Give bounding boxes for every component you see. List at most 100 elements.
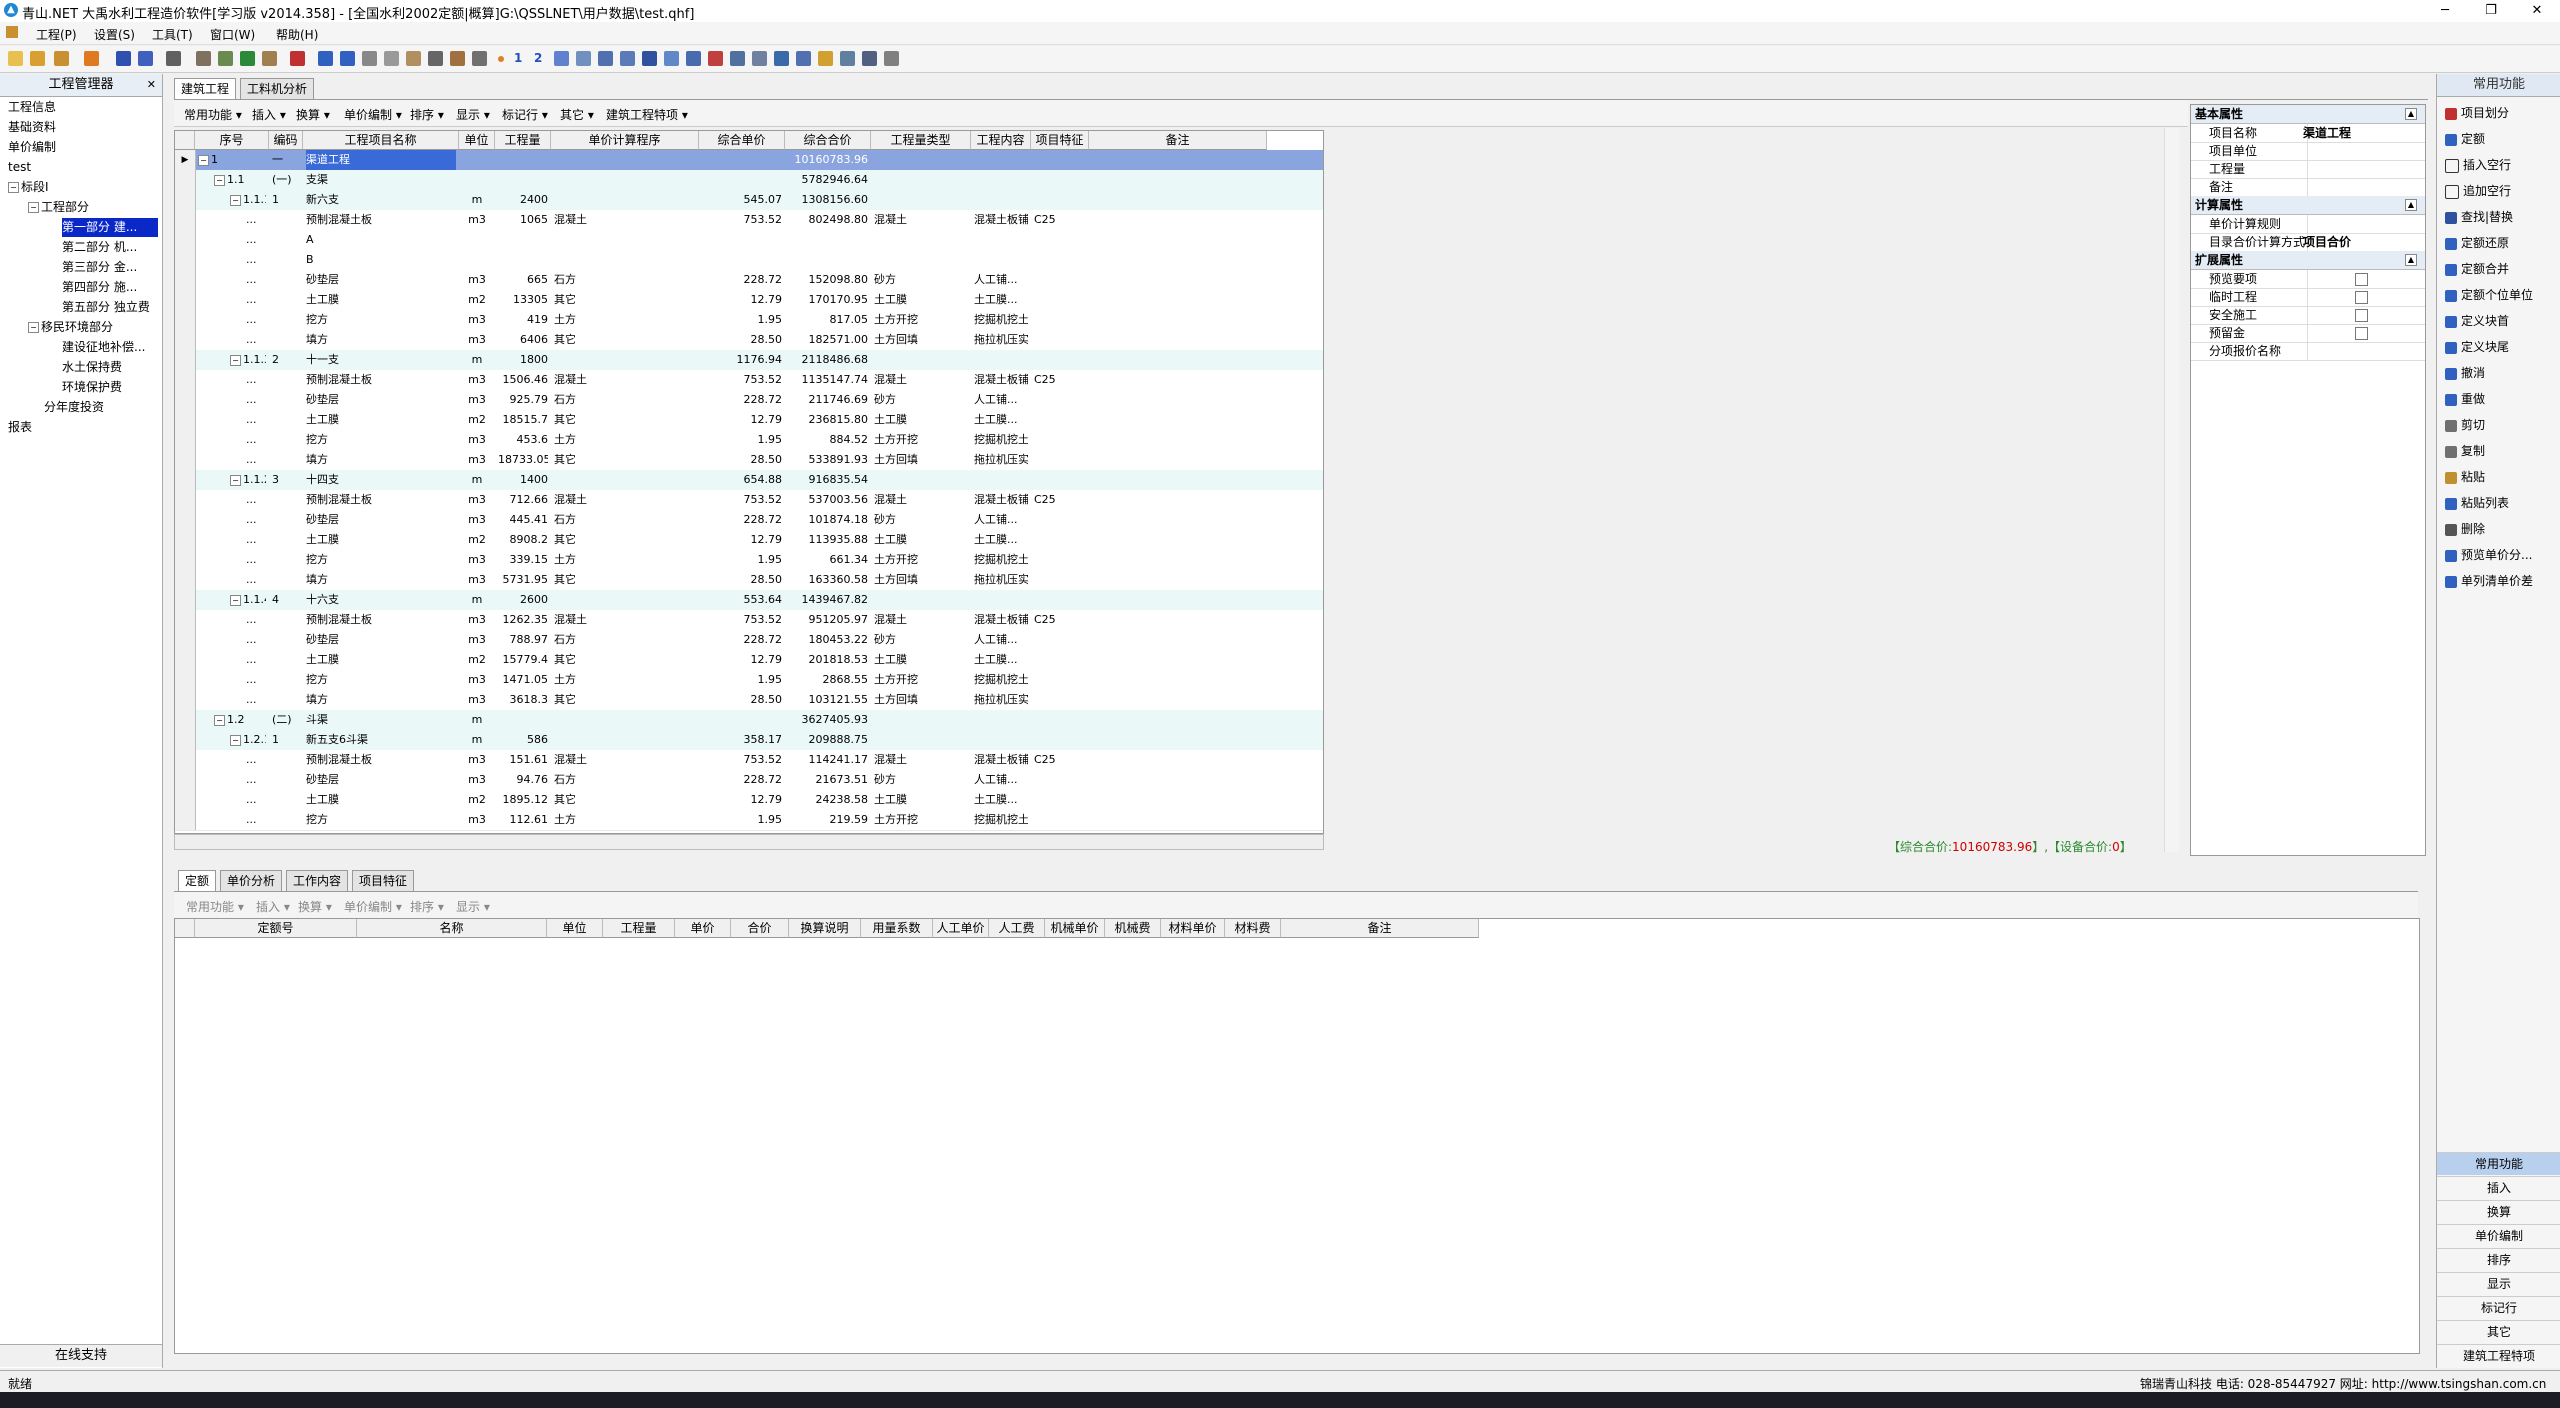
grid-header-col-code[interactable]: 编码 (269, 131, 303, 150)
sidebar-bottom-tab[interactable]: 标记行 (2437, 1296, 2560, 1319)
grid-cell[interactable] (974, 730, 1028, 750)
grid-cell[interactable] (462, 230, 492, 250)
grid-cell[interactable] (554, 250, 696, 270)
grid-cell[interactable] (1034, 570, 1086, 590)
property-row[interactable]: 预留金 (2191, 324, 2425, 343)
grid-cell[interactable]: 渠道工程 (306, 150, 456, 170)
tree-item-annual-investment[interactable]: 分年度投资 (44, 398, 104, 417)
grid-cell[interactable]: 545.07 (702, 190, 783, 210)
grid-cell[interactable]: ... (246, 570, 266, 590)
grid-cell[interactable]: 混凝土 (554, 490, 696, 510)
quota-header-material-cost[interactable]: 材料费 (1225, 919, 1281, 938)
grid-cell[interactable] (1034, 290, 1086, 310)
property-row[interactable]: 预览要项 (2191, 270, 2425, 289)
grid-cell[interactable]: 挖掘机挖土 (974, 430, 1028, 450)
grid-cell[interactable] (702, 710, 782, 730)
sidebar-bottom-tab[interactable]: 显示 (2437, 1272, 2560, 1295)
collapse-icon[interactable]: − (230, 474, 241, 486)
grid-header-col-name[interactable]: 工程项目名称 (303, 131, 459, 150)
grid-cell[interactable]: m3 (462, 570, 492, 590)
grid-cell[interactable] (1034, 410, 1086, 430)
grid-cell[interactable]: 砂方 (874, 390, 968, 410)
bottom-convert-menu[interactable]: 换算 ▾ (298, 898, 332, 915)
grid-cell[interactable]: 18733.05 (498, 450, 548, 470)
grid-cell[interactable]: 其它 (554, 530, 696, 550)
grid-cell[interactable]: ... (246, 290, 266, 310)
tree-item-engineering[interactable]: − 工程部分 (28, 198, 89, 217)
property-value[interactable]: 渠道工程 (2303, 124, 2351, 142)
quota-header-usage-factor[interactable]: 用量系数 (861, 919, 933, 938)
property-section-header[interactable]: 计算属性 ▲ (2191, 196, 2425, 215)
grid-cell[interactable] (272, 450, 300, 470)
tree-item-reports[interactable]: 报表 (8, 418, 32, 437)
grid-cell[interactable]: 13305 (498, 290, 548, 310)
sidebar-bottom-tab[interactable]: 建筑工程特项 (2437, 1344, 2560, 1367)
grid-cell[interactable]: 预制混凝土板 (306, 370, 456, 390)
tree-item-test[interactable]: test (8, 158, 31, 177)
grid-cell[interactable] (874, 230, 968, 250)
grid-cell[interactable] (874, 350, 968, 370)
table-row[interactable]: ... 挖方 m3 1471.05 土方 1.95 2868.55 土方开挖 挖掘机挖土 (175, 670, 1323, 691)
tree-item-part-3[interactable]: 第三部分 金... (62, 258, 137, 277)
property-row[interactable]: 项目单位 (2191, 142, 2425, 161)
grid-cell[interactable]: ... (246, 390, 266, 410)
grid-cell[interactable] (272, 290, 300, 310)
quota-header-labor-cost[interactable]: 人工费 (989, 919, 1045, 938)
sidebar-item[interactable]: 查找|替换 (2445, 208, 2513, 226)
print-icon[interactable] (166, 51, 181, 66)
grid-cell[interactable]: 土工膜 (874, 290, 968, 310)
grid-cell[interactable] (554, 730, 696, 750)
grid-cell[interactable]: ... (246, 690, 266, 710)
grid-cell[interactable]: 788.97 (498, 630, 549, 650)
row-header[interactable] (175, 770, 196, 790)
grid-cell[interactable]: m (462, 470, 492, 490)
row-header[interactable]: ▶ (175, 150, 196, 170)
row-header[interactable] (175, 310, 196, 330)
grid-cell[interactable]: 土工膜 (874, 530, 968, 550)
grid-header-col-prog[interactable]: 单价计算程序 (551, 131, 699, 150)
grid-cell[interactable]: m3 (462, 450, 492, 470)
grid-cell[interactable] (272, 230, 300, 250)
grid-cell[interactable]: m (462, 730, 492, 750)
property-row[interactable]: 分项报价名称 (2191, 342, 2425, 361)
grid-cell[interactable]: 拖拉机压实 (974, 450, 1028, 470)
grid-cell[interactable]: 挖掘机挖土 (974, 810, 1028, 830)
row-header[interactable] (175, 410, 196, 430)
grid-cell[interactable]: 1.95 (702, 670, 783, 690)
grid-cell[interactable] (874, 250, 968, 270)
grid-cell[interactable]: 拖拉机压实 (974, 690, 1028, 710)
grid-cell[interactable]: 人工铺... (974, 390, 1028, 410)
grid-cell[interactable]: m2 (462, 790, 492, 810)
grid-cell[interactable]: 土方 (554, 430, 696, 450)
table-row[interactable]: ... 砂垫层 m3 665 石方 228.72 152098.80 砂方 人工铺... (175, 270, 1323, 291)
grid-cell[interactable]: 951205.97 (788, 610, 869, 630)
dot-icon[interactable] (498, 56, 504, 62)
grid-cell[interactable]: 土方开挖 (874, 310, 968, 330)
grid-cell[interactable] (272, 770, 300, 790)
grid-cell[interactable]: 916835.54 (788, 470, 869, 490)
grid-cell[interactable]: −1.1.3 (230, 350, 266, 370)
row-header[interactable] (175, 570, 196, 590)
grid-cell[interactable]: 土工膜 (306, 530, 456, 550)
collapse-icon[interactable]: − (28, 322, 39, 333)
quota-header-name[interactable]: 名称 (357, 919, 547, 938)
row-header[interactable] (175, 590, 196, 610)
grid-cell[interactable]: 混凝土 (874, 210, 968, 230)
home-icon[interactable] (262, 51, 277, 66)
grid-cell[interactable]: 土工膜 (306, 290, 456, 310)
quota-header-convert-note[interactable]: 换算说明 (789, 919, 861, 938)
grid-cell[interactable]: 817.05 (788, 310, 869, 330)
grid-cell[interactable]: 土工膜... (974, 650, 1028, 670)
grid-cell[interactable] (1034, 550, 1086, 570)
table-row[interactable]: ... A (175, 230, 1323, 251)
property-section-header[interactable]: 扩展属性 ▲ (2191, 251, 2425, 270)
grid-cell[interactable] (272, 250, 300, 270)
grid-cell[interactable]: ... (246, 330, 266, 350)
grid-cell[interactable] (554, 170, 696, 190)
vertical-scrollbar[interactable] (2164, 128, 2179, 852)
quota-header-total[interactable]: 合价 (731, 919, 789, 938)
grid-cell[interactable]: 其它 (554, 690, 696, 710)
grid-cell[interactable] (272, 670, 300, 690)
grid-cell[interactable]: 228.72 (702, 270, 783, 290)
import-icon[interactable] (84, 51, 99, 66)
